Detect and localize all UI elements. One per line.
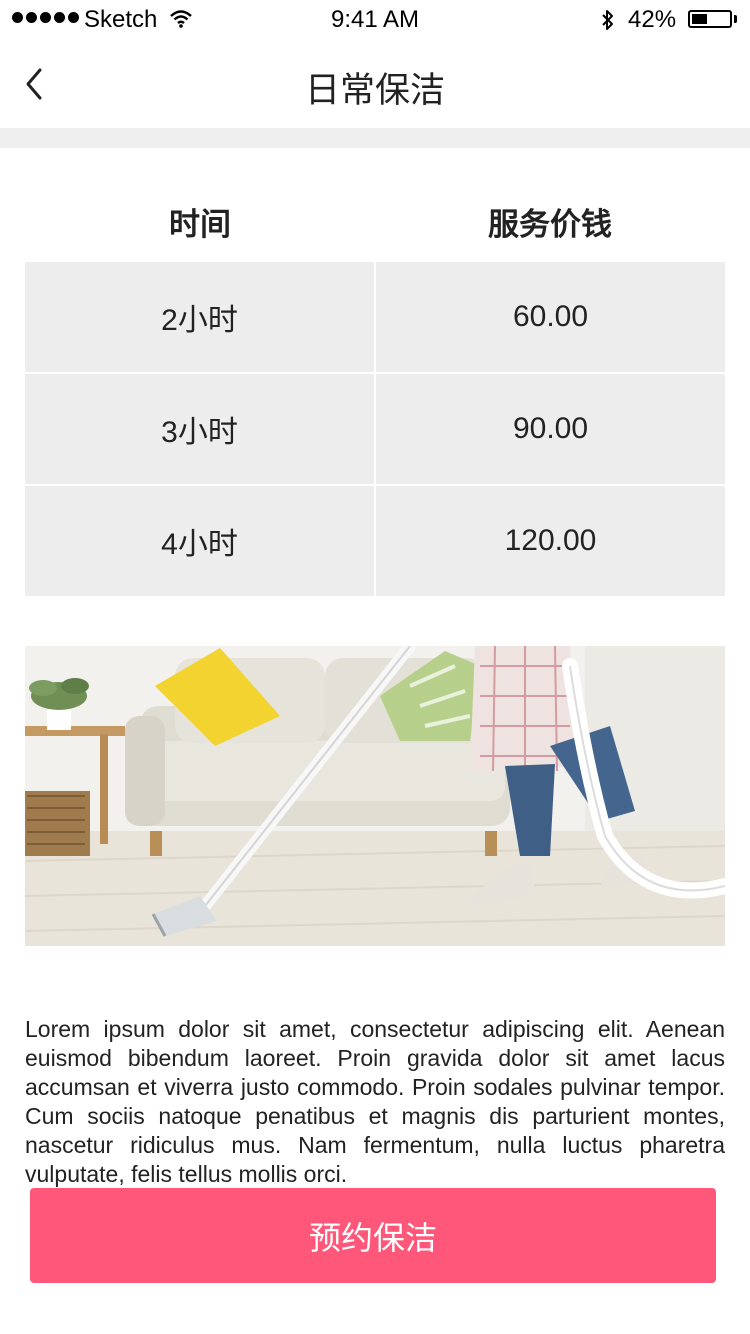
table-body: 2小时 60.00 3小时 90.00 4小时 120.00 <box>25 262 725 596</box>
cleaning-photo <box>25 646 725 946</box>
header-duration: 时间 <box>169 206 231 243</box>
price-table: 时间 服务价钱 2小时 60.00 3小时 90.00 4小时 120.00 <box>25 180 725 598</box>
battery-percent: 42% <box>628 6 677 33</box>
bluetooth-icon <box>602 10 613 30</box>
table-row: 2小时 60.00 <box>25 262 725 372</box>
cell-duration: 4小时 <box>25 486 374 596</box>
battery-icon <box>688 10 732 28</box>
cell-price: 60.00 <box>376 262 725 372</box>
battery-tip <box>734 15 737 23</box>
table-header: 时间 服务价钱 <box>25 180 725 262</box>
nav-separator <box>0 128 750 148</box>
cell-price: 120.00 <box>376 486 725 596</box>
cell-duration: 3小时 <box>25 374 374 484</box>
header-price: 服务价钱 <box>488 206 612 243</box>
nav-bar: 日常保洁 <box>0 40 750 128</box>
book-cleaning-button[interactable]: 预约保洁 <box>30 1188 716 1283</box>
table-row: 4小时 120.00 <box>25 486 725 596</box>
table-row: 3小时 90.00 <box>25 374 725 484</box>
page-title: 日常保洁 <box>304 71 445 111</box>
service-description: Lorem ipsum dolor sit amet, consectetur … <box>25 1016 725 1187</box>
cell-price: 90.00 <box>376 374 725 484</box>
cell-duration: 2小时 <box>25 262 374 372</box>
status-bar: Sketch 9:41 AM 42% <box>0 0 750 40</box>
